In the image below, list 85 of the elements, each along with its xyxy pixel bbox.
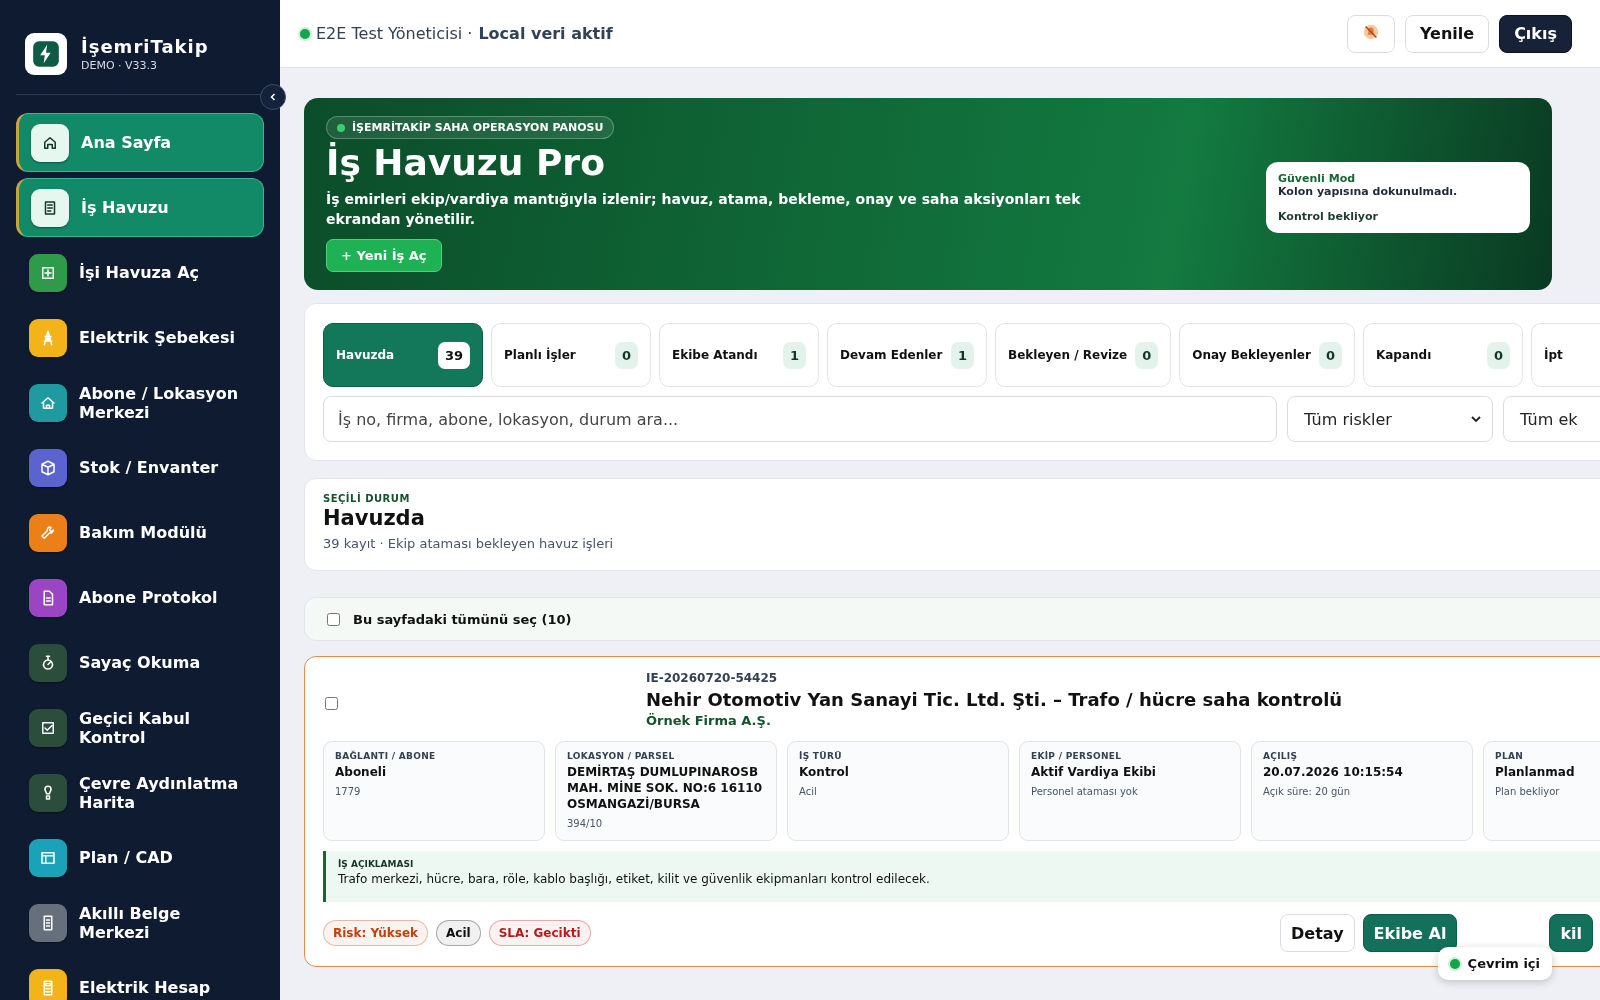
status-tab[interactable]: Bekleyen / Revize 0	[995, 323, 1172, 387]
notice-status: Kontrol bekliyor	[1278, 209, 1379, 223]
page-title: İş Havuzu Pro	[326, 143, 605, 183]
info-value: Aktif Vardiya Ekibi	[1031, 764, 1157, 780]
record-summary: 39 kayıt · Ekip ataması bekleyen havuz işleri	[323, 536, 615, 551]
select-all-checkbox[interactable]	[327, 612, 340, 626]
info-note: Plan bekliyor	[1495, 786, 1561, 797]
search-field[interactable]: İş no, firma, abone, lokasyon, durum ara...	[323, 396, 1277, 442]
tag: Risk: Yüksek	[323, 920, 429, 946]
company-name: Örnek Firma A.Ş.	[646, 713, 772, 728]
app-logo-icon	[25, 33, 67, 75]
info-value: DEMİRTAŞ DUMLUPINAROSB MAH. MİNE SOK. NO:6 16110 OSMANGAZİ/BURSA	[567, 764, 764, 812]
sidebar-item[interactable]: Abone / Lokasyon Merkezi	[16, 373, 264, 432]
info-note: Acil	[799, 786, 818, 797]
page-description: İş emirleri ekip/vardiya mantığıyla izlenir; havuz, atama, bekleme, onay ve saha aksiyonları tek ekrandan yönetilir.	[326, 190, 1082, 229]
sidebar-item[interactable]: Elektrik Hesap	[16, 958, 264, 1000]
job-title: Nehir Otomotiv Yan Sanayi Tic. Ltd. Şti. – Trafo / hücre saha kontrolü	[646, 689, 1343, 710]
description-text: Trafo merkezi, hücre, bara, röle, kablo başlığı, etiket, kilit ve güvenlik ekipmanları kontrol edilecek.	[338, 872, 931, 886]
logout-button[interactable]: Çıkış	[1499, 14, 1572, 53]
sidebar-item[interactable]: Elektrik Şebekesi	[16, 308, 264, 367]
info-label: LOKASYON / PARSEL	[567, 751, 676, 761]
action-button[interactable]: Ekibe Al	[1362, 914, 1458, 952]
sidebar-item[interactable]: Bakım Modülü	[16, 503, 264, 562]
status-tab[interactable]: Onay Bekleyenler 0	[1179, 323, 1355, 387]
sidebar-item[interactable]: Stok / Envanter	[16, 438, 264, 497]
status-tab[interactable]: Devam Edenler 1	[827, 323, 987, 387]
collapse-sidebar-button[interactable]	[260, 84, 286, 110]
select-all-label: Bu sayfadaki tümünü seç (10)	[353, 611, 572, 627]
status-tab[interactable]: Ekibe Atandı 1	[659, 323, 819, 387]
job-number: IE-20260720-54425	[646, 671, 779, 685]
sidebar-item[interactable]: Akıllı Belge Merkezi	[16, 893, 264, 952]
sidebar-item[interactable]: Geçici Kabul Kontrol	[16, 698, 264, 757]
caret-icon	[1470, 413, 1482, 425]
sidebar-item[interactable]: Plan / CAD	[16, 828, 264, 887]
notice-title: Güvenli Mod	[1278, 171, 1357, 185]
count-badge: 0	[1318, 341, 1342, 369]
info-value: Planlanmad	[1495, 764, 1576, 780]
user-name: E2E Test Yöneticisi ·	[316, 24, 473, 43]
dashboard-badge: İŞEMRİTAKİP SAHA OPERASYON PANOSU	[326, 116, 615, 139]
data-mode-label: Local veri aktif	[478, 24, 613, 43]
count-badge: 1	[782, 341, 806, 369]
status-tab[interactable]: Planlı İşler 0	[491, 323, 651, 387]
count-badge: 1	[950, 341, 974, 369]
count-badge: 0	[1135, 341, 1159, 369]
info-note: 394/10	[567, 818, 604, 829]
refresh-button[interactable]: Yenile	[1404, 14, 1490, 53]
action-button[interactable]: kil	[1549, 914, 1593, 952]
info-value: Aboneli	[335, 764, 388, 780]
sidebar-item[interactable]: İşi Havuza Aç	[16, 243, 264, 302]
info-note: Personel ataması yok	[1031, 786, 1139, 797]
sidebar-item[interactable]: İş Havuzu	[16, 178, 264, 237]
sidebar-item[interactable]: Çevre Aydınlatma Harita	[16, 763, 264, 822]
notice-text: Kolon yapısına dokunulmadı.	[1278, 184, 1459, 198]
filter-dropdown[interactable]: Tüm ek	[1503, 396, 1600, 442]
app-name: İşemriTakip	[81, 36, 209, 57]
info-label: İŞ TÜRÜ	[799, 751, 843, 761]
count-badge: 39	[437, 341, 470, 369]
sidebar-item[interactable]: Ana Sayfa	[16, 113, 264, 172]
tag: Acil	[436, 920, 481, 946]
count-badge: 0	[614, 341, 638, 369]
info-note: 1779	[335, 786, 362, 797]
sidebar-item[interactable]: Abone Protokol	[16, 568, 264, 627]
section-label: SEÇİLİ DURUM	[323, 493, 411, 504]
info-label: PLAN	[1495, 751, 1525, 761]
filter-dropdown[interactable]: Tüm riskler	[1287, 396, 1493, 442]
bell-off-icon	[1361, 22, 1380, 41]
sidebar-item[interactable]: Sayaç Okuma	[16, 633, 264, 692]
description-label: İŞ AÇIKLAMASI	[338, 859, 415, 869]
status-tab[interactable]: Havuzda 39	[323, 323, 483, 387]
status-tab[interactable]: İpt	[1530, 323, 1600, 387]
action-button[interactable]: Detay	[1280, 914, 1355, 952]
app-version: DEMO · V33.3	[81, 59, 159, 72]
count-badge: 0	[1486, 341, 1510, 369]
status-tab[interactable]: Kapandı 0	[1362, 323, 1523, 387]
info-note: Açık süre: 20 gün	[1263, 786, 1351, 797]
tag: SLA: Gecikti	[488, 920, 591, 946]
section-title: Havuzda	[323, 506, 426, 530]
info-value: 20.07.2026 10:15:54	[1263, 764, 1404, 780]
info-label: AÇILIŞ	[1263, 751, 1299, 761]
info-label: EKİP / PERSONEL	[1031, 751, 1123, 761]
notifications-off-button[interactable]	[1346, 14, 1395, 53]
chevron-left-icon	[268, 92, 278, 102]
info-label: BAĞLANTI / ABONE	[335, 751, 437, 761]
info-value: Kontrol	[799, 764, 850, 780]
connection-label: Çevrim içi	[1467, 956, 1540, 971]
